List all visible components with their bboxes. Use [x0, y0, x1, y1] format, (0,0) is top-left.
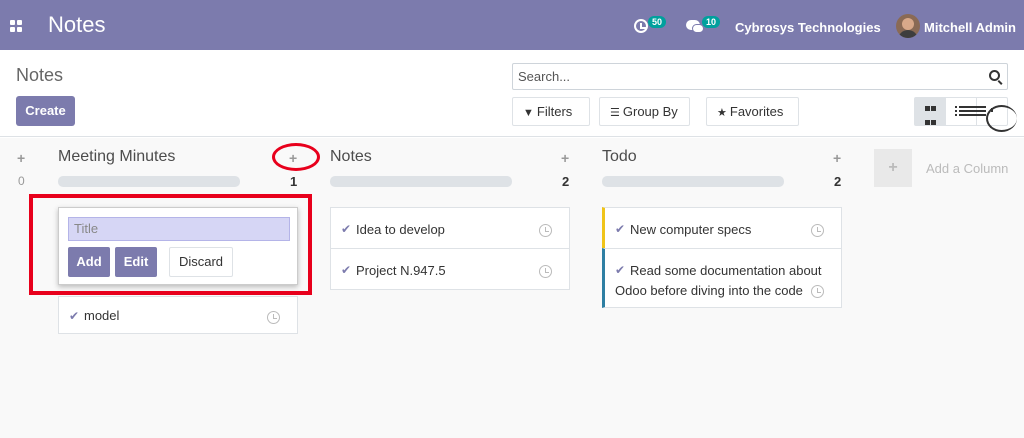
filter-icon: ▼ — [523, 107, 534, 119]
quick-create-plus-icon[interactable]: + — [833, 150, 841, 166]
avatar[interactable] — [896, 14, 920, 38]
kanban-card[interactable]: ✔ model — [58, 296, 298, 334]
kanban-view-button[interactable] — [915, 98, 946, 125]
kanban-column-todo: Todo + 2 ✔ New computer specs ✔ Read som… — [544, 138, 842, 438]
filters-label: Filters — [536, 104, 573, 119]
activity-view-button[interactable] — [977, 98, 1017, 132]
column-progress-bar[interactable] — [58, 176, 240, 187]
view-switcher — [914, 97, 1017, 132]
favorites-button[interactable]: ★ Favorites — [706, 97, 799, 126]
company-switcher[interactable]: Cybrosys Technologies — [735, 20, 881, 35]
card-title: Project N.947.5 — [356, 263, 446, 278]
kanban-card[interactable]: ✔ New computer specs — [602, 207, 842, 249]
create-button[interactable]: Create — [16, 96, 75, 126]
card-title: Idea to develop — [356, 222, 445, 237]
column-progress-bar[interactable] — [602, 176, 784, 187]
star-icon: ★ — [717, 107, 727, 119]
clock-icon — [986, 105, 1017, 132]
card-title: New computer specs — [630, 222, 752, 237]
column-title: Notes — [330, 148, 372, 165]
activity-count-badge: 50 — [648, 16, 667, 28]
check-icon: ✔ — [615, 263, 626, 277]
activity-button[interactable]: 50 — [634, 16, 668, 36]
messaging-button[interactable]: 10 — [686, 16, 726, 36]
fold-column-plus-icon[interactable]: + — [17, 150, 25, 166]
add-column-plus-icon[interactable]: + — [874, 149, 912, 187]
groupby-label: Group By — [622, 104, 678, 119]
search-box — [512, 63, 1008, 90]
card-title: Read some documentation about — [630, 263, 822, 278]
clock-icon — [634, 19, 648, 33]
kanban-card[interactable]: ✔ Project N.947.5 — [330, 248, 570, 290]
column-title: Meeting Minutes — [58, 148, 176, 165]
top-navbar: Notes 50 10 Cybrosys Technologies Mitche… — [0, 0, 1024, 50]
list-view-button[interactable] — [946, 98, 986, 125]
kanban-card[interactable]: ✔ Read some documentation about Odoo bef… — [602, 248, 842, 308]
breadcrumb: Notes — [16, 65, 64, 85]
card-title: model — [84, 308, 120, 323]
apps-menu-icon[interactable] — [10, 20, 22, 32]
groupby-button[interactable]: ☰ Group By — [599, 97, 690, 126]
message-count-badge: 10 — [702, 16, 721, 28]
app-title[interactable]: Notes — [48, 12, 105, 38]
search-input[interactable] — [513, 64, 973, 89]
fold-count: 0 — [18, 174, 25, 188]
card-title-line-2: Odoo before diving into the code — [615, 283, 803, 298]
column-progress-bar[interactable] — [330, 176, 512, 187]
activity-clock-icon[interactable] — [811, 285, 824, 298]
favorites-label: Favorites — [729, 104, 784, 119]
add-column-label[interactable]: Add a Column — [926, 161, 1008, 176]
check-icon: ✔ — [341, 222, 352, 236]
kanban-card[interactable]: ✔ Idea to develop — [330, 207, 570, 249]
user-menu[interactable]: Mitchell Admin — [924, 20, 1016, 35]
check-icon: ✔ — [615, 222, 626, 236]
control-panel: Notes Create ▼Filters ☰Group By ★Favorit… — [0, 50, 1024, 137]
activity-clock-icon[interactable] — [811, 224, 824, 237]
search-icon[interactable] — [989, 70, 1000, 81]
column-count: 2 — [834, 174, 842, 189]
bars-icon: ☰ — [610, 107, 620, 119]
check-icon: ✔ — [341, 263, 352, 277]
highlight-box — [29, 194, 312, 295]
highlight-ellipse — [272, 143, 320, 171]
filters-button[interactable]: ▼ Filters — [512, 97, 590, 126]
column-title: Todo — [602, 148, 637, 165]
check-icon: ✔ — [69, 309, 80, 323]
